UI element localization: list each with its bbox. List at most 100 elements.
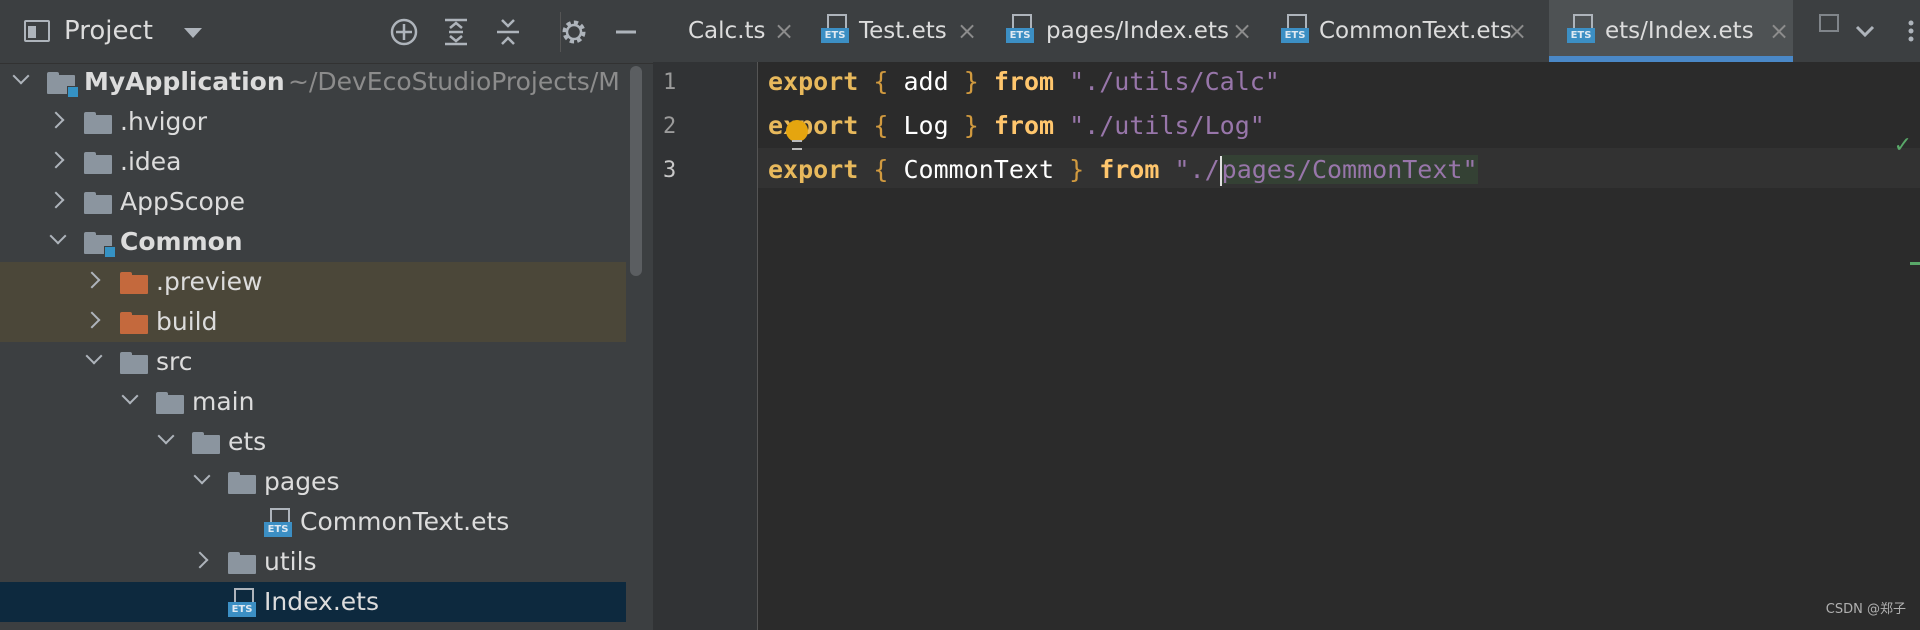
- ets-file-icon: ETS: [1567, 14, 1595, 44]
- chevron-down-icon[interactable]: [157, 427, 175, 445]
- chevron-right-icon[interactable]: [47, 111, 65, 129]
- project-panel-header: Project: [0, 0, 653, 64]
- tab-ets-index-ets[interactable]: ETS ets/Index.ets ×: [1549, 0, 1793, 62]
- string-literal: "./utils/Log": [1069, 111, 1265, 140]
- close-icon[interactable]: ×: [957, 15, 977, 47]
- tree-row-hvigor[interactable]: .hvigor: [0, 102, 626, 142]
- lightbulb-icon[interactable]: [786, 120, 808, 150]
- tab-label: Test.ets: [859, 18, 947, 44]
- code-line-1[interactable]: export { add } from "./utils/Calc": [768, 62, 1280, 102]
- tree-row-main[interactable]: main: [0, 382, 626, 422]
- brace: {: [873, 111, 889, 140]
- close-icon[interactable]: ×: [1507, 15, 1527, 47]
- tree-row-preview[interactable]: .preview: [0, 262, 626, 302]
- keyword: export: [768, 67, 859, 96]
- project-panel-title[interactable]: Project: [64, 14, 153, 48]
- crosshair-icon[interactable]: [388, 16, 420, 48]
- tab-label: Calc.ts: [688, 18, 766, 44]
- close-icon[interactable]: ×: [1769, 15, 1789, 47]
- chevron-down-icon[interactable]: [12, 67, 30, 85]
- more-options-icon[interactable]: [1901, 15, 1920, 47]
- tab-overflow[interactable]: [1805, 0, 1839, 62]
- folder-icon: [228, 472, 256, 494]
- tree-row-root[interactable]: MyApplication ~/DevEcoStudioProjects/M: [0, 62, 626, 102]
- tree-row-commontext[interactable]: ETS CommonText.ets: [0, 502, 626, 542]
- collapse-all-icon[interactable]: [492, 16, 524, 48]
- brace: }: [963, 67, 979, 96]
- line-number: 1: [663, 70, 677, 95]
- tree-row-src[interactable]: src: [0, 342, 626, 382]
- tree-item-label: utils: [264, 547, 317, 576]
- tree-row-common[interactable]: Common: [0, 222, 626, 262]
- folder-icon: [84, 112, 112, 134]
- tree-item-label: main: [192, 387, 255, 416]
- tree-item-label: ets: [228, 427, 267, 456]
- chevron-right-icon[interactable]: [47, 191, 65, 209]
- code-line-2[interactable]: export { Log } from "./utils/Log": [768, 106, 1265, 146]
- change-marker: [1910, 262, 1920, 265]
- panel-icon[interactable]: [24, 20, 50, 42]
- tree-row-idea[interactable]: .idea: [0, 142, 626, 182]
- folder-icon: [120, 352, 148, 374]
- brace: }: [1069, 155, 1085, 184]
- close-icon[interactable]: ×: [774, 15, 794, 47]
- chevron-down-icon[interactable]: [1849, 15, 1881, 47]
- chevron-down-icon[interactable]: [49, 227, 67, 245]
- chevron-down-icon[interactable]: [184, 28, 202, 38]
- ide-window: Project MyApplication ~/DevEcoStudioProj…: [0, 0, 1920, 630]
- chevron-down-icon[interactable]: [121, 387, 139, 405]
- string-literal: "./: [1174, 155, 1220, 184]
- identifier: add: [903, 67, 949, 96]
- keyword: export: [768, 155, 859, 184]
- keyword: export: [768, 111, 859, 140]
- tree-row-build[interactable]: build: [0, 302, 626, 342]
- chevron-down-icon[interactable]: [85, 347, 103, 365]
- excluded-folder-icon: [120, 312, 148, 334]
- chevron-down-icon[interactable]: [193, 467, 211, 485]
- tree-row-ets[interactable]: ets: [0, 422, 626, 462]
- tree-item-label: .idea: [120, 147, 182, 176]
- tab-calc-ts[interactable]: Calc.ts ×: [653, 0, 796, 62]
- chevron-right-icon[interactable]: [83, 311, 101, 329]
- folder-icon: [84, 152, 112, 174]
- keyword: from: [993, 67, 1055, 96]
- tree-row-appscope[interactable]: AppScope: [0, 182, 626, 222]
- close-icon[interactable]: ×: [1232, 15, 1252, 47]
- ets-file-icon: ETS: [821, 14, 849, 44]
- string-literal: "./utils/Calc": [1069, 67, 1280, 96]
- tree-item-label: Index.ets: [264, 587, 379, 616]
- code-editor[interactable]: export { add } from "./utils/Calc" expor…: [758, 62, 1920, 630]
- folder-icon: [228, 552, 256, 574]
- ets-file-icon: ETS: [1281, 14, 1309, 44]
- tree-item-label: CommonText.ets: [300, 507, 510, 536]
- minimize-icon[interactable]: [610, 16, 642, 48]
- tab-commontext-ets[interactable]: ETS CommonText.ets ×: [1281, 0, 1531, 62]
- tree-scrollbar[interactable]: [630, 66, 642, 276]
- ets-file-icon: ETS: [264, 508, 292, 538]
- gear-icon[interactable]: [558, 16, 590, 48]
- expand-all-icon[interactable]: [440, 16, 472, 48]
- tree-row-utils[interactable]: utils: [0, 542, 626, 582]
- watermark: CSDN @郑子: [1825, 602, 1906, 617]
- keyword: from: [993, 111, 1055, 140]
- line-number: 2: [663, 114, 677, 139]
- tree-item-label: src: [156, 347, 193, 376]
- folder-icon: [156, 392, 184, 414]
- identifier: CommonText: [903, 155, 1055, 184]
- tab-pages-index-ets[interactable]: ETS pages/Index.ets ×: [1006, 0, 1256, 62]
- chevron-right-icon[interactable]: [83, 271, 101, 289]
- tree-row-pages[interactable]: pages: [0, 462, 626, 502]
- chevron-right-icon[interactable]: [47, 151, 65, 169]
- tree-row-index[interactable]: ETS Index.ets: [0, 582, 626, 622]
- brace: {: [873, 155, 889, 184]
- project-path: ~/DevEcoStudioProjects/M: [288, 67, 620, 96]
- folder-icon: [192, 432, 220, 454]
- module-folder-icon: [47, 72, 79, 98]
- tree-item-label: Common: [120, 227, 243, 256]
- chevron-right-icon[interactable]: [191, 551, 209, 569]
- tree-item-label: pages: [264, 467, 340, 496]
- folder-icon: [84, 192, 112, 214]
- code-line-3[interactable]: export { CommonText } from "./pages/Comm…: [768, 150, 1478, 190]
- tab-test-ets[interactable]: ETS Test.ets ×: [821, 0, 977, 62]
- ets-file-icon: ETS: [1006, 14, 1034, 44]
